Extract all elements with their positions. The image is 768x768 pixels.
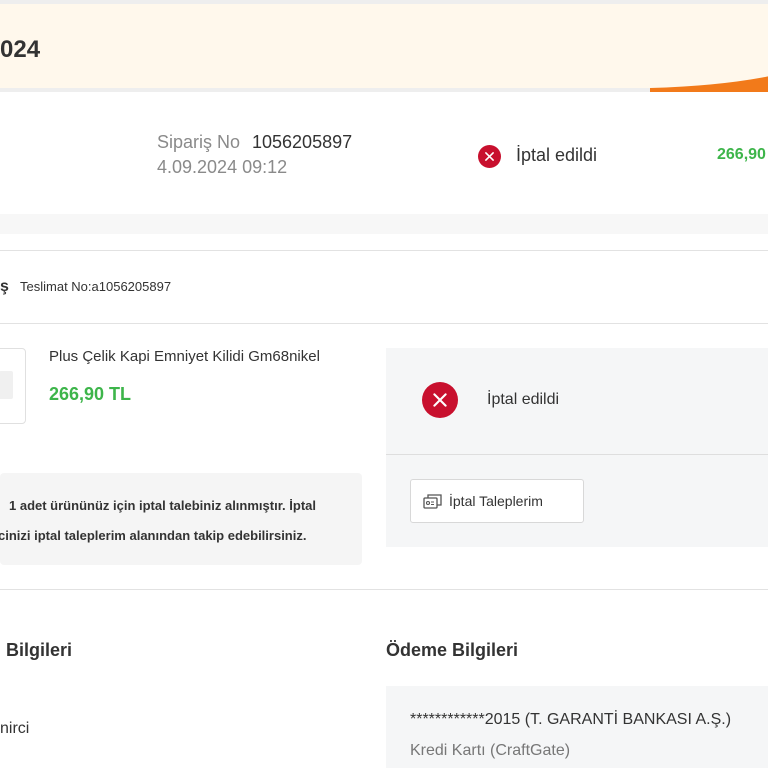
payment-section-title: Ödeme Bilgileri bbox=[386, 640, 519, 660]
cancel-info-text: 1 adet ürününüz için iptal talebiniz alı… bbox=[9, 498, 316, 513]
recipient-name: nirci bbox=[0, 720, 30, 737]
divider bbox=[0, 323, 768, 324]
order-number: 1056205897 bbox=[252, 132, 353, 152]
divider bbox=[0, 250, 768, 251]
shipment-title: ş bbox=[0, 278, 9, 295]
x-circle-icon bbox=[478, 145, 501, 168]
payment-method: Kredi Kartı (CraftGate) bbox=[410, 742, 571, 759]
divider bbox=[0, 589, 768, 590]
order-total-price: 266,90 bbox=[717, 146, 766, 163]
order-date: 4.09.2024 09:12 bbox=[157, 157, 288, 177]
item-status: İptal edildi bbox=[487, 391, 560, 408]
page-header: 024 bbox=[0, 0, 768, 92]
divider bbox=[386, 454, 768, 455]
x-circle-icon bbox=[422, 382, 458, 418]
product-price: 266,90 TL bbox=[49, 384, 132, 404]
order-number-label: Sipariş No bbox=[157, 132, 241, 152]
cancel-requests-button[interactable]: İptal Taleplerim bbox=[410, 479, 584, 523]
product-thumbnail[interactable] bbox=[0, 348, 26, 424]
order-status: İptal edildi bbox=[516, 145, 598, 165]
section-separator bbox=[0, 214, 768, 234]
orange-accent-decoration bbox=[650, 76, 768, 92]
cancel-info-box bbox=[0, 473, 362, 565]
cancel-requests-label: İptal Taleplerim bbox=[449, 493, 543, 509]
delivery-number: Teslimat No:a1056205897 bbox=[20, 279, 172, 294]
cancel-info-text: cinizi iptal taleplerim alanından takip … bbox=[0, 528, 307, 543]
product-name[interactable]: Plus Çelik Kapi Emniyet Kilidi Gm68nikel bbox=[49, 348, 320, 365]
address-section-title: Bilgileri bbox=[6, 640, 73, 660]
ticket-icon bbox=[423, 493, 443, 516]
order-summary-card[interactable] bbox=[0, 98, 768, 226]
page-title: 024 bbox=[0, 36, 41, 63]
card-number: ************2015 (T. GARANTİ BANKASI A.Ş… bbox=[410, 711, 732, 728]
